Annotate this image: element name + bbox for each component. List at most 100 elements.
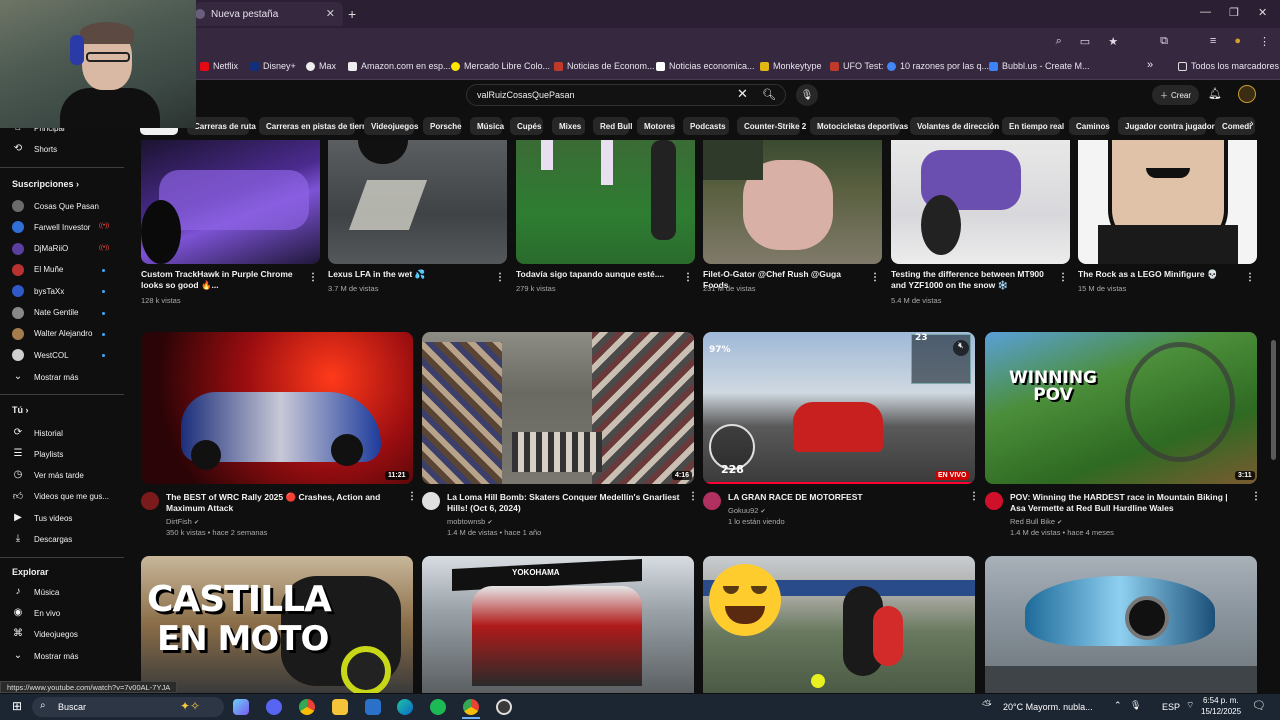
tray-chevron-icon[interactable]: ⌃ [1114,700,1122,711]
windows-start-icon[interactable]: ⊞ [12,699,22,713]
filter-chip[interactable]: Música [470,117,504,135]
more-options-icon[interactable]: ⋮ [688,491,698,502]
filter-chip[interactable]: Carreras de ruta [187,117,256,135]
video-thumbnail[interactable]: YOKOHAMA [422,556,694,693]
sidebar-item-gaming[interactable]: ⌘ Videojuegos [12,628,78,640]
short-title[interactable]: Lexus LFA in the wet 💦 [328,269,488,280]
short-title[interactable]: Custom TrackHawk in Purple Chrome looks … [141,269,301,291]
short-thumbnail[interactable] [516,140,695,264]
subscription-item[interactable]: Cosas Que Pasan [12,200,99,212]
filter-chip[interactable]: En tiempo real [1002,117,1064,135]
cast-icon[interactable]: ▭ [1080,35,1090,48]
sidebar-item-playlists[interactable]: ☰ Playlists [12,448,64,460]
video-thumbnail[interactable] [422,332,694,484]
filter-chip[interactable]: Counter-Strike 2 [737,117,806,135]
bookmark-noticias-economicas[interactable]: Noticias economica... [656,61,755,71]
subscription-item[interactable]: Nate Gentile [12,306,78,319]
bookmark-bubblus[interactable]: Bubbl.us - Create M... [989,61,1090,71]
chrome-icon[interactable] [299,699,315,715]
video-thumbnail[interactable]: CASTILLA EN MOTO [141,556,413,693]
notifications-bell-icon[interactable]: 🔔︎ [1208,87,1222,100]
subscription-item[interactable]: Farwell Investor [12,221,90,234]
filter-chip[interactable]: Mixes [552,117,585,135]
language-indicator[interactable]: ESP [1162,702,1180,712]
search-icon[interactable]: 🔍︎ [762,88,776,101]
sidebar-item-music[interactable]: ♪ Música [12,586,60,598]
outlook-icon[interactable] [365,699,381,715]
bookmark-max[interactable]: Max [306,61,336,71]
bookmark-disney[interactable]: Disney+ [250,61,296,71]
subscription-item[interactable]: bysTaXx [12,285,64,298]
more-options-icon[interactable]: ⋮ [683,272,693,283]
spotify-icon[interactable] [430,699,446,715]
more-options-icon[interactable]: ⋮ [969,491,979,502]
filter-chip[interactable]: Videojuegos [364,117,418,135]
chips-next-arrow-icon[interactable]: › [1250,118,1254,130]
subscription-item[interactable]: DjMaRiiO [12,242,68,255]
video-thumbnail[interactable] [985,556,1257,693]
more-options-icon[interactable]: ⋮ [1251,491,1261,502]
video-thumbnail[interactable] [703,556,975,693]
reading-list-icon[interactable]: ≡ [1210,35,1216,48]
minimize-button[interactable]: — [1200,6,1211,18]
subscription-item[interactable]: Walter Alejandro [12,327,92,340]
obs-icon[interactable] [496,699,512,715]
short-title[interactable]: The Rock as a LEGO Minifigure 💀 [1078,269,1238,280]
more-options-icon[interactable]: ⋮ [407,491,417,502]
edge-icon[interactable] [397,699,413,715]
video-thumbnail[interactable] [141,332,413,484]
bookmark-amazon[interactable]: Amazon.com en esp... [348,61,451,71]
filter-chip[interactable]: Motores [637,117,675,135]
filter-chip[interactable]: Motocicletas deportivas [810,117,908,135]
clock-time[interactable]: 6:54 p. m. [1203,696,1239,705]
filter-chip[interactable]: Podcasts [683,117,729,135]
more-options-icon[interactable]: ⋮ [870,272,880,283]
video-title[interactable]: POV: Winning the HARDEST race in Mountai… [1010,492,1245,514]
more-options-icon[interactable]: ⋮ [495,272,505,283]
filter-chip[interactable]: Jugador contra jugador [1118,117,1215,135]
channel-avatar[interactable] [422,492,440,510]
video-title[interactable]: La Loma Hill Bomb: Skaters Conquer Medel… [447,492,682,514]
create-button[interactable]: ＋ Crear [1152,85,1200,105]
filter-chip[interactable]: Comedi [1215,117,1255,135]
subscription-item[interactable]: WestCOL [12,349,69,362]
short-thumbnail[interactable] [1078,140,1257,264]
new-tab-button[interactable]: + [348,6,356,22]
filter-chip[interactable]: Caminos [1069,117,1110,135]
mute-icon[interactable]: 🔇︎ [953,340,969,356]
bookmark-monkeytype[interactable]: Monkeytype [760,61,822,71]
restore-button[interactable]: ❐ [1229,6,1239,19]
browser-tab[interactable]: Nueva pestaña ✕ [195,2,343,26]
mic-tray-icon[interactable]: 🎙︎ [1130,700,1141,711]
short-thumbnail[interactable] [703,140,882,264]
video-thumbnail[interactable]: WINNING POV [985,332,1257,484]
clock-date[interactable]: 15/12/2025 [1201,707,1241,716]
page-scrollbar[interactable] [1271,340,1276,460]
taskbar-search-box[interactable]: ⌕ Buscar ✦✧ [32,697,224,717]
tab-close-icon[interactable]: ✕ [326,7,335,20]
copilot-icon[interactable] [233,699,249,715]
bookmark-mercadolibre[interactable]: Mercado Libre Colo... [451,61,550,71]
sidebar-item-live[interactable]: ◉ En vivo [12,607,61,619]
bookmark-netflix[interactable]: Netflix [200,61,238,71]
subscriptions-header[interactable]: Suscripciones › [12,179,79,189]
chrome-active-icon[interactable] [463,699,479,715]
filter-chip[interactable]: Porsche [423,117,462,135]
mic-icon[interactable]: 🎙︎ [796,84,818,106]
subscription-item[interactable]: El Muñe [12,263,63,276]
discord-icon[interactable] [266,699,282,715]
filter-chip[interactable]: Cupés [510,117,543,135]
short-title[interactable]: Testing the difference between MT900 and… [891,269,1051,291]
more-options-icon[interactable]: ⋮ [308,272,318,283]
file-explorer-icon[interactable] [332,699,348,715]
channel-avatar[interactable] [703,492,721,510]
zoom-icon[interactable]: ⌕ [1056,35,1062,48]
extensions-icon[interactable]: ⧉ [1160,35,1168,48]
star-icon[interactable]: ★ [1108,35,1118,48]
you-header[interactable]: Tú › [12,405,29,415]
all-bookmarks-folder[interactable]: Todos los marcadores [1178,61,1279,71]
account-avatar[interactable] [1238,85,1256,103]
channel-avatar[interactable] [985,492,1003,510]
video-title[interactable]: The BEST of WRC Rally 2025 🔴 Crashes, Ac… [166,492,401,514]
filter-chip[interactable]: Volantes de dirección [910,117,999,135]
